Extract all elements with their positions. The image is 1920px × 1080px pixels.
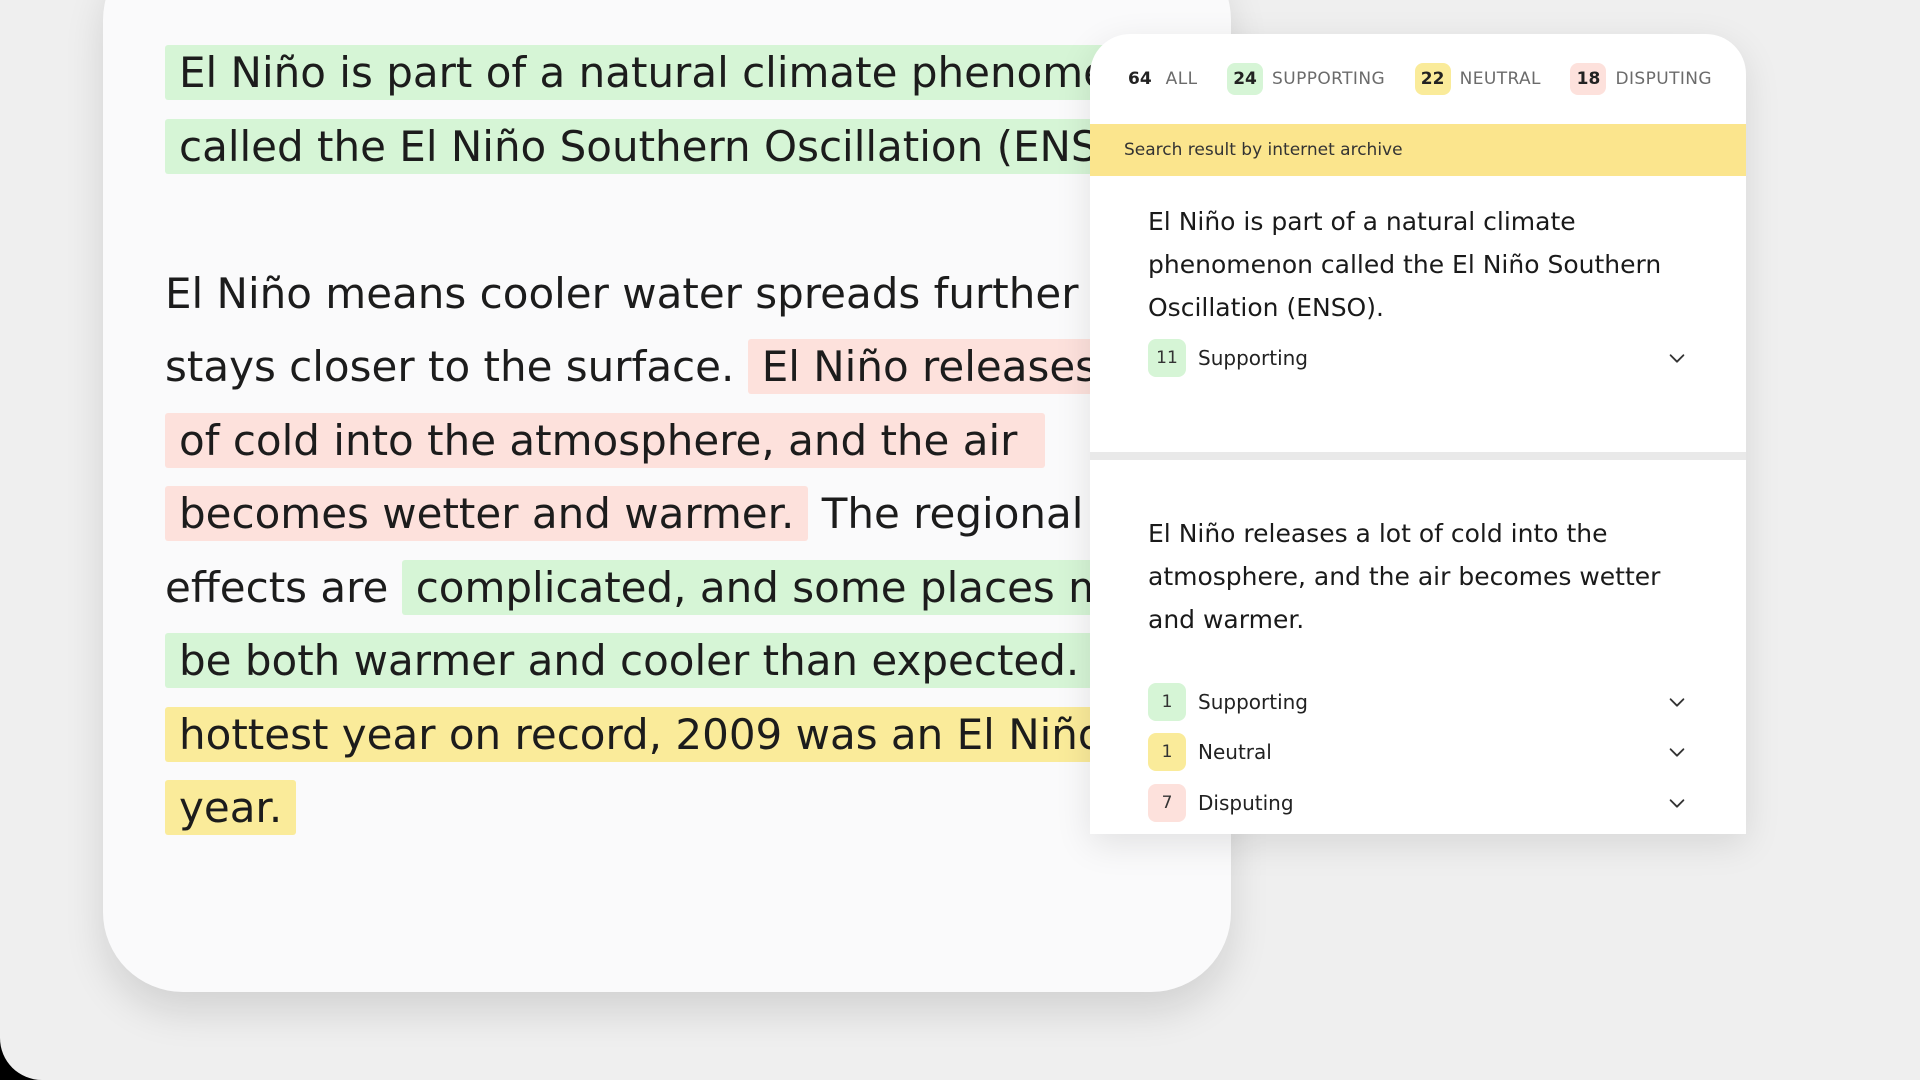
verdict-count: 11	[1148, 339, 1186, 377]
tab-disputing-label: DISPUTING	[1615, 69, 1712, 89]
claim-text: El Niño releases a lot of cold into the …	[1148, 519, 1661, 634]
claim-divider	[1090, 452, 1746, 460]
chevron-down-icon[interactable]	[1666, 347, 1688, 369]
verdict-label: Supporting	[1198, 346, 1308, 370]
fact-check-panel: 64 ALL 24 SUPPORTING 22 NEUTRAL 18 DISPU…	[1090, 34, 1746, 834]
claim-card: El Niño is part of a natural climate phe…	[1090, 176, 1746, 488]
verdict-neutral[interactable]: 1 Neutral	[1148, 732, 1688, 772]
tab-all-label: ALL	[1165, 69, 1198, 89]
tab-supporting-label: SUPPORTING	[1272, 69, 1386, 89]
tab-neutral-count: 22	[1414, 63, 1451, 95]
filter-tabs: 64 ALL 24 SUPPORTING 22 NEUTRAL 18 DISPU…	[1090, 34, 1746, 124]
verdict-count: 7	[1148, 784, 1186, 822]
tab-disputing-count: 18	[1570, 63, 1607, 95]
tab-neutral-label: NEUTRAL	[1459, 69, 1541, 89]
chevron-down-icon[interactable]	[1666, 792, 1688, 814]
claim-text: El Niño is part of a natural climate phe…	[1148, 207, 1662, 322]
verdict-supporting[interactable]: 11 Supporting	[1148, 338, 1688, 378]
tab-supporting[interactable]: 24 SUPPORTING	[1227, 63, 1385, 95]
document-card: El Niño is part of a natural climate phe…	[103, 0, 1231, 992]
document-text: El Niño is part of a natural climate phe…	[165, 36, 1231, 845]
verdict-count: 1	[1148, 683, 1186, 721]
tab-supporting-count: 24	[1227, 63, 1264, 95]
tab-neutral[interactable]: 22 NEUTRAL	[1414, 63, 1541, 95]
verdict-label: Neutral	[1198, 740, 1272, 764]
tab-all[interactable]: 64 ALL	[1126, 63, 1197, 95]
highlight-supporting-1[interactable]: El Niño is part of a natural climate phe…	[165, 45, 1216, 174]
verdict-count: 1	[1148, 733, 1186, 771]
verdict-disputing[interactable]: 7 Disputing	[1148, 783, 1688, 823]
verdict-supporting[interactable]: 1 Supporting	[1148, 682, 1688, 722]
verdict-label: Supporting	[1198, 690, 1308, 714]
claim-card: El Niño releases a lot of cold into the …	[1090, 460, 1746, 834]
chevron-down-icon[interactable]	[1666, 691, 1688, 713]
tab-all-count: 64	[1128, 69, 1152, 89]
verdict-label: Disputing	[1198, 791, 1294, 815]
tab-disputing[interactable]: 18 DISPUTING	[1570, 63, 1712, 95]
chevron-down-icon[interactable]	[1666, 741, 1688, 763]
